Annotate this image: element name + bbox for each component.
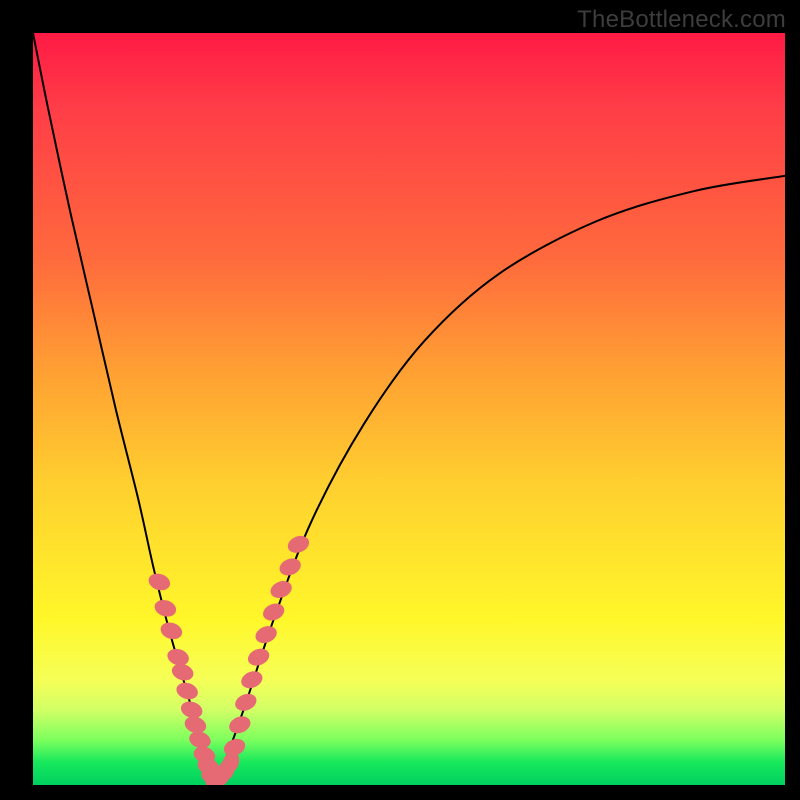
marker-dot [174,680,200,702]
marker-dot [227,713,253,736]
marker-dot [233,691,259,714]
chart-svg [33,33,785,785]
bottleneck-markers [146,533,311,785]
chart-frame: TheBottleneck.com [0,0,800,800]
marker-dot [170,661,196,683]
marker-dot [260,601,286,624]
marker-dot [245,646,271,669]
marker-dot [253,623,279,646]
marker-dot [268,578,294,601]
watermark-text: TheBottleneck.com [577,6,786,34]
bottleneck-curve [33,33,785,781]
marker-dot [239,668,265,691]
marker-dot [158,620,184,642]
marker-dot [285,533,311,556]
marker-dot [221,736,247,759]
bottleneck-curve-path [33,33,785,781]
marker-dot [277,555,303,578]
marker-dot [152,597,178,619]
marker-dot [146,571,172,593]
plot-area [33,33,785,785]
